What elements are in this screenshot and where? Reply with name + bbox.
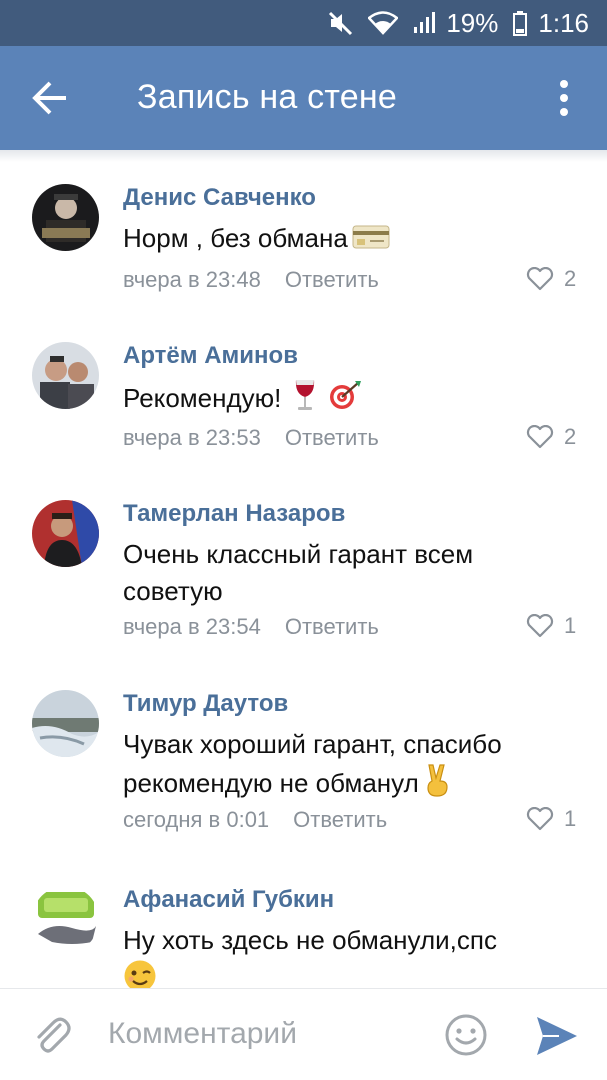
reply-button[interactable]: Ответить — [293, 807, 387, 832]
wine-glass-emoji-icon — [293, 378, 317, 422]
comment-item: Тимур Даутов Чувак хороший гарант, спаси… — [0, 690, 607, 860]
comment-text: Чувак хороший гарант, спасибо рекомендую… — [123, 726, 563, 807]
comment-item: Афанасий Губкин Ну хоть здесь не обманул… — [0, 886, 607, 988]
battery-icon — [512, 10, 528, 36]
battery-percent: 19% — [446, 7, 499, 38]
like-count: 1 — [564, 613, 577, 638]
victory-hand-emoji-icon — [423, 763, 451, 807]
mute-icon — [328, 10, 354, 36]
page-title: Запись на стене — [137, 78, 397, 116]
comment-item: Денис Савченко Норм , без обмана вчера в… — [0, 184, 607, 314]
comment-meta: вчера в 23:54 Ответить — [123, 614, 379, 640]
like-button[interactable]: 1 — [526, 613, 576, 639]
reply-button[interactable]: Ответить — [285, 267, 379, 292]
winking-face-emoji-icon — [123, 959, 157, 988]
comment-author[interactable]: Тамерлан Назаров — [123, 500, 345, 528]
comment-list: Денис Савченко Норм , без обмана вчера в… — [0, 162, 607, 988]
avatar[interactable] — [32, 500, 99, 567]
heart-icon — [526, 614, 554, 638]
comment-text-body: Норм , без обмана — [123, 223, 348, 253]
comment-author[interactable]: Денис Савченко — [123, 184, 316, 212]
paperclip-icon[interactable] — [30, 1013, 74, 1057]
comment-time: сегодня в 0:01 — [123, 807, 270, 832]
comment-meta: сегодня в 0:01 Ответить — [123, 807, 387, 833]
wifi-icon — [368, 11, 399, 35]
send-icon[interactable] — [533, 1013, 579, 1059]
avatar[interactable] — [32, 690, 99, 757]
like-count: 1 — [564, 806, 577, 831]
heart-icon — [526, 267, 554, 291]
comment-time: вчера в 23:48 — [123, 267, 261, 292]
like-button[interactable]: 2 — [526, 266, 576, 292]
heart-icon — [526, 807, 554, 831]
reply-button[interactable]: Ответить — [285, 614, 379, 639]
app-header: Запись на стене — [0, 46, 607, 150]
like-button[interactable]: 1 — [526, 806, 576, 832]
comment-time: вчера в 23:53 — [123, 425, 261, 450]
avatar[interactable] — [32, 184, 99, 251]
comment-meta: вчера в 23:48 Ответить — [123, 267, 379, 293]
signal-icon — [412, 11, 436, 35]
comment-item: Артём Аминов Рекомендую! вчера в 23:53 От… — [0, 342, 607, 472]
clock: 1:16 — [538, 7, 589, 38]
avatar[interactable] — [32, 342, 99, 409]
comment-text: Очень классный гарант всем советую — [123, 536, 563, 610]
avatar[interactable] — [32, 886, 99, 953]
smile-icon[interactable] — [444, 1013, 488, 1057]
credit-card-emoji-icon — [352, 222, 390, 259]
like-button[interactable]: 2 — [526, 424, 576, 450]
comment-text-body: Рекомендую! — [123, 382, 282, 413]
comment-author[interactable]: Артём Аминов — [123, 342, 298, 370]
comment-input-bar: Комментарий — [0, 988, 607, 1080]
comment-text: Ну хоть здесь не обманули,спс — [123, 922, 563, 988]
comment-text: Норм , без обмана — [123, 220, 563, 259]
target-emoji-icon — [328, 380, 362, 420]
header-shadow — [0, 150, 607, 162]
comment-author[interactable]: Афанасий Губкин — [123, 886, 334, 914]
comment-text: Рекомендую! — [123, 378, 563, 422]
comment-text-body: Очень классный гарант всем советую — [123, 539, 474, 606]
reply-button[interactable]: Ответить — [285, 425, 379, 450]
like-count: 2 — [564, 266, 577, 291]
comment-input[interactable]: Комментарий — [108, 1017, 297, 1051]
like-count: 2 — [564, 424, 577, 449]
back-arrow-icon[interactable] — [30, 78, 74, 118]
comment-item: Тамерлан Назаров Очень классный гарант в… — [0, 500, 607, 670]
comment-meta: вчера в 23:53 Ответить — [123, 425, 379, 451]
more-menu-icon[interactable] — [552, 76, 576, 120]
heart-icon — [526, 425, 554, 449]
status-bar: 19% 1:16 — [0, 0, 607, 46]
comment-text-body: Ну хоть здесь не обманули,спс — [123, 925, 497, 955]
comment-author[interactable]: Тимур Даутов — [123, 690, 288, 718]
comment-time: вчера в 23:54 — [123, 614, 261, 639]
